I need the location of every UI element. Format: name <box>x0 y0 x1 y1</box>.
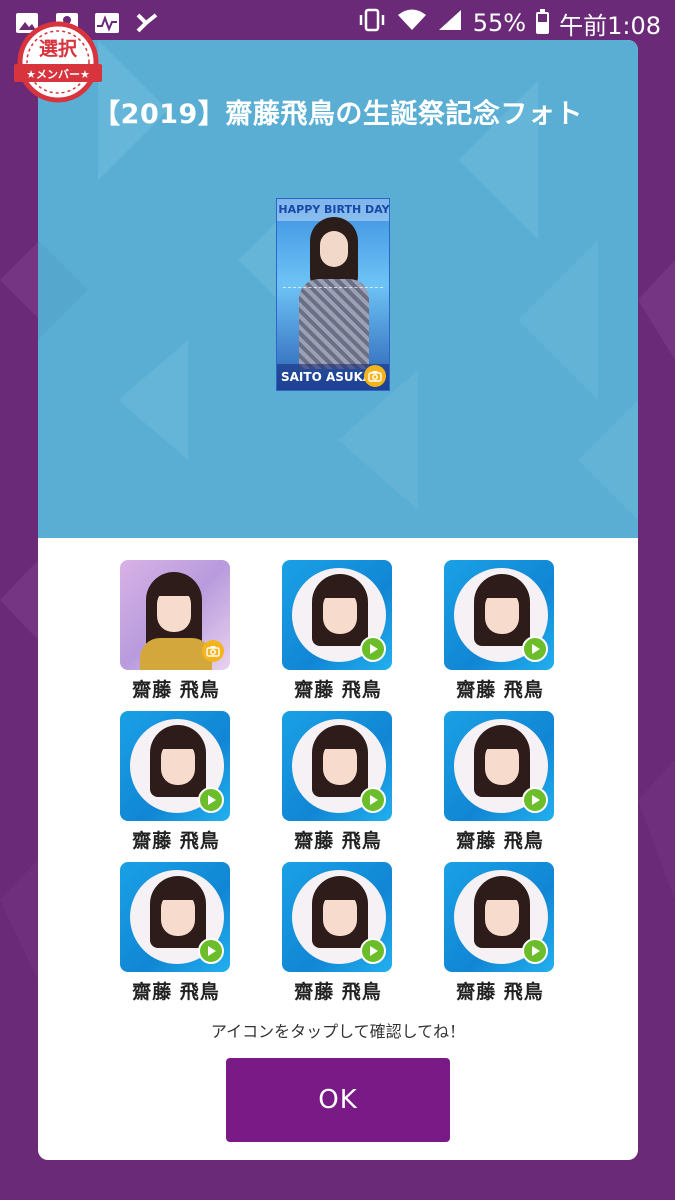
play-icon <box>360 938 386 964</box>
play-icon <box>522 787 548 813</box>
thumb-bangs <box>480 884 524 900</box>
camera-icon <box>364 365 386 387</box>
item-name: 齋藤 飛鳥 <box>294 981 382 1003</box>
item-name: 齋藤 飛鳥 <box>132 981 220 1003</box>
ok-button[interactable]: OK <box>226 1058 450 1142</box>
vibrate-icon <box>357 8 387 38</box>
birthday-photo[interactable]: HAPPY BIRTH DAY SAITO ASUKA 8 <box>276 198 390 391</box>
play-icon <box>198 787 224 813</box>
play-icon <box>198 938 224 964</box>
photo-handwritten-message <box>283 287 383 347</box>
item-name: 齋藤 飛鳥 <box>132 830 220 852</box>
badge-sublabel: ★メンバー★ <box>26 68 90 81</box>
photo-dialog: 【2019】齋藤飛鳥の生誕祭記念フォト HAPPY BIRTH DAY SAIT… <box>38 40 638 1160</box>
thumb-bangs <box>156 733 200 749</box>
dialog-title: 【2019】齋藤飛鳥の生誕祭記念フォト <box>93 99 583 130</box>
item-video-8[interactable]: 齋藤 飛鳥 <box>282 862 394 1008</box>
selected-member-badge: 選択 ★メンバー★ <box>10 20 106 104</box>
dialog-header-area: 【2019】齋藤飛鳥の生誕祭記念フォト HAPPY BIRTH DAY SAIT… <box>38 40 638 538</box>
check-app-icon <box>134 10 160 36</box>
item-name: 齋藤 飛鳥 <box>294 830 382 852</box>
thumb-bangs <box>152 580 196 596</box>
item-photo-1[interactable]: 齋藤 飛鳥 <box>120 560 232 706</box>
battery-icon <box>536 9 550 34</box>
video-thumbnail[interactable] <box>282 862 392 972</box>
item-name: 齋藤 飛鳥 <box>132 679 220 701</box>
wifi-icon <box>397 8 427 38</box>
badge-label: 選択 <box>38 38 77 60</box>
thumb-bangs <box>156 884 200 900</box>
badge-seal-icon <box>14 21 102 103</box>
battery-percent: 55% <box>472 9 527 37</box>
video-thumbnail[interactable] <box>120 711 230 821</box>
video-thumbnail[interactable] <box>444 862 554 972</box>
clock: 午前1:08 <box>559 11 661 40</box>
tap-hint-text: アイコンをタップして確認してね！ <box>210 1022 466 1041</box>
thumb-bangs <box>318 582 362 598</box>
thumb-bangs <box>480 582 524 598</box>
item-name: 齋藤 飛鳥 <box>456 679 544 701</box>
video-thumbnail[interactable] <box>282 560 392 670</box>
item-video-7[interactable]: 齋藤 飛鳥 <box>120 862 232 1008</box>
video-thumbnail[interactable] <box>444 711 554 821</box>
item-name: 齋藤 飛鳥 <box>456 830 544 852</box>
play-icon <box>522 938 548 964</box>
video-thumbnail[interactable] <box>282 711 392 821</box>
item-video-9[interactable]: 齋藤 飛鳥 <box>444 862 556 1008</box>
item-video-3[interactable]: 齋藤 飛鳥 <box>444 560 556 706</box>
video-thumbnail[interactable] <box>120 862 230 972</box>
thumb-bangs <box>318 884 362 900</box>
item-video-4[interactable]: 齋藤 飛鳥 <box>120 711 232 857</box>
thumb-sweater <box>140 638 212 670</box>
item-name: 齋藤 飛鳥 <box>294 679 382 701</box>
camera-icon <box>202 640 224 662</box>
thumb-bangs <box>318 733 362 749</box>
play-icon <box>522 636 548 662</box>
photo-thumbnail[interactable] <box>120 560 230 670</box>
item-video-5[interactable]: 齋藤 飛鳥 <box>282 711 394 857</box>
play-icon <box>360 787 386 813</box>
video-thumbnail[interactable] <box>444 560 554 670</box>
item-video-6[interactable]: 齋藤 飛鳥 <box>444 711 556 857</box>
signal-icon <box>437 8 463 38</box>
item-name: 齋藤 飛鳥 <box>456 981 544 1003</box>
play-icon <box>360 636 386 662</box>
thumb-bangs <box>480 733 524 749</box>
photo-person-face <box>320 231 348 267</box>
item-video-2[interactable]: 齋藤 飛鳥 <box>282 560 394 706</box>
